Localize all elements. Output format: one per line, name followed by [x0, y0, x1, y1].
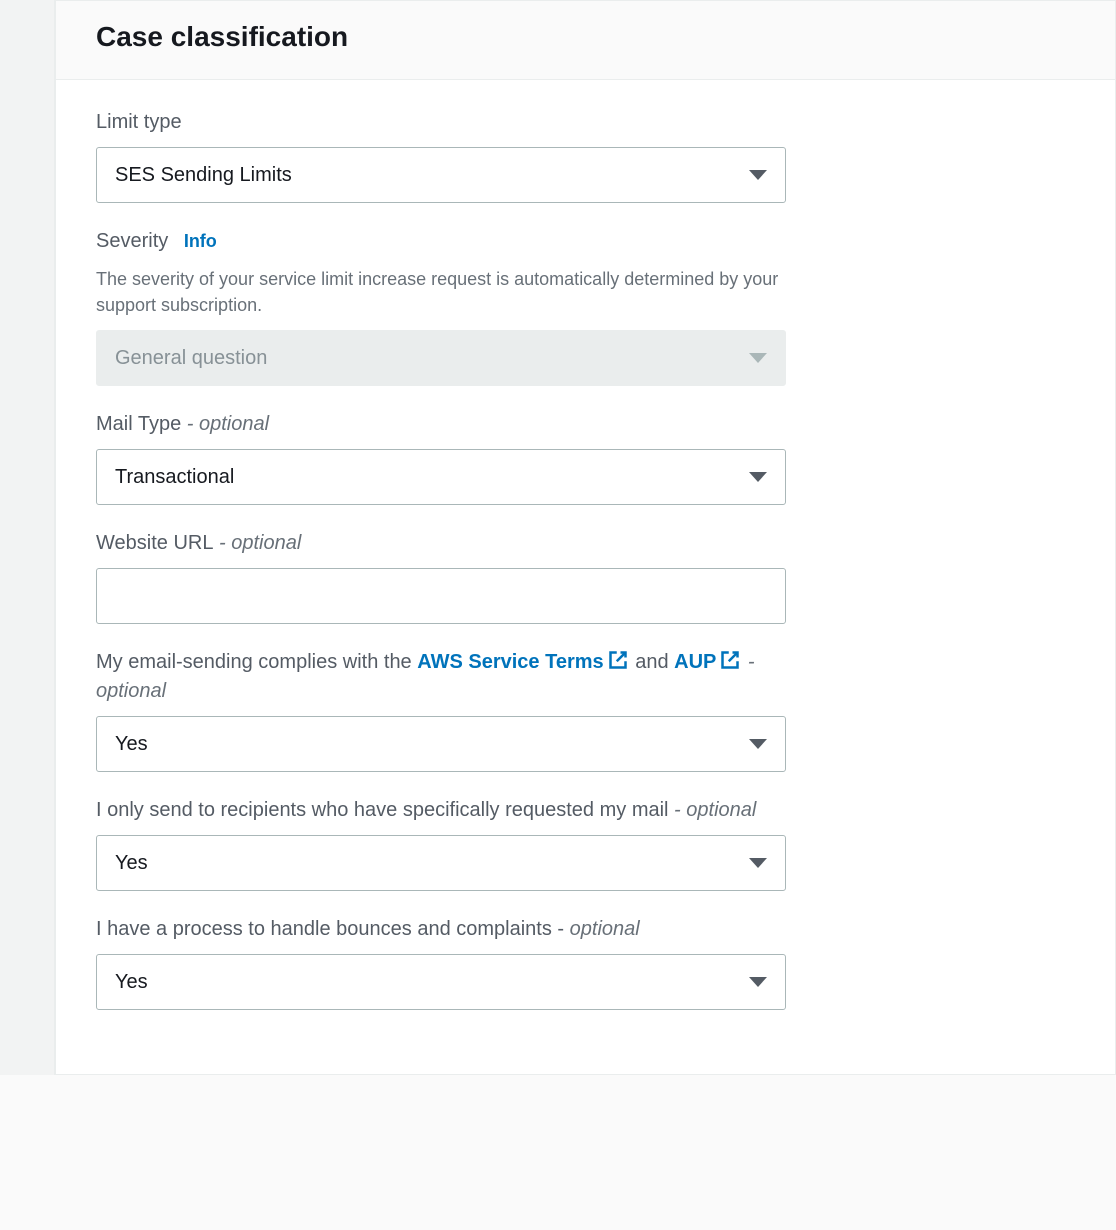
field-mail-type: Mail Type - optional Transactional — [96, 410, 786, 505]
aup-link[interactable]: AUP — [674, 651, 716, 673]
recipients-value: Yes — [115, 852, 148, 875]
mail-type-value: Transactional — [115, 466, 234, 489]
chevron-down-icon — [749, 977, 767, 987]
mail-type-optional: - optional — [181, 413, 269, 435]
bounce-value: Yes — [115, 971, 148, 994]
recipients-label: I only send to recipients who have speci… — [96, 799, 669, 821]
chevron-down-icon — [749, 858, 767, 868]
chevron-down-icon — [749, 739, 767, 749]
compliance-mid: and — [630, 651, 674, 673]
chevron-down-icon — [749, 472, 767, 482]
panel-header: Case classification — [56, 1, 1115, 80]
bounce-label: I have a process to handle bounces and c… — [96, 918, 552, 940]
severity-label-row: Severity Info — [96, 227, 786, 256]
severity-info-link[interactable]: Info — [184, 231, 217, 251]
compliance-select[interactable]: Yes — [96, 716, 786, 772]
dash: - — [557, 918, 564, 940]
limit-type-select[interactable]: SES Sending Limits — [96, 147, 786, 203]
recipients-optional: - optional — [669, 799, 757, 821]
mail-type-label: Mail Type — [96, 413, 181, 435]
case-classification-panel: Case classification Limit type SES Sendi… — [55, 0, 1116, 1075]
bounce-optional: optional — [570, 918, 640, 940]
severity-label: Severity — [96, 230, 168, 252]
chevron-down-icon — [749, 170, 767, 180]
panel-title: Case classification — [96, 21, 1075, 53]
limit-type-value: SES Sending Limits — [115, 164, 292, 187]
aws-service-terms-link[interactable]: AWS Service Terms — [417, 651, 603, 673]
field-bounce-process: I have a process to handle bounces and c… — [96, 915, 786, 1010]
external-link-icon — [720, 650, 740, 670]
severity-select: General question — [96, 330, 786, 386]
recipients-select[interactable]: Yes — [96, 835, 786, 891]
field-website-url: Website URL - optional — [96, 529, 786, 624]
bounce-select[interactable]: Yes — [96, 954, 786, 1010]
website-url-label-row: Website URL - optional — [96, 529, 786, 558]
severity-value: General question — [115, 347, 267, 370]
severity-helper-text: The severity of your service limit incre… — [96, 266, 786, 318]
field-severity: Severity Info The severity of your servi… — [96, 227, 786, 386]
website-url-input[interactable] — [96, 568, 786, 624]
field-compliance: My email-sending complies with the AWS S… — [96, 648, 786, 772]
compliance-value: Yes — [115, 733, 148, 756]
compliance-prefix: My email-sending complies with the — [96, 651, 417, 673]
website-url-label: Website URL — [96, 532, 213, 554]
left-gutter — [0, 0, 55, 1075]
compliance-label-row: My email-sending complies with the AWS S… — [96, 648, 786, 706]
external-link-icon — [608, 650, 628, 670]
field-recipients-opt-in: I only send to recipients who have speci… — [96, 796, 786, 891]
recipients-label-row: I only send to recipients who have speci… — [96, 796, 786, 825]
mail-type-select[interactable]: Transactional — [96, 449, 786, 505]
limit-type-label: Limit type — [96, 108, 786, 137]
mail-type-label-row: Mail Type - optional — [96, 410, 786, 439]
chevron-down-icon — [749, 353, 767, 363]
bounce-label-row: I have a process to handle bounces and c… — [96, 915, 786, 944]
field-limit-type: Limit type SES Sending Limits — [96, 108, 786, 203]
website-url-optional: - optional — [213, 532, 301, 554]
